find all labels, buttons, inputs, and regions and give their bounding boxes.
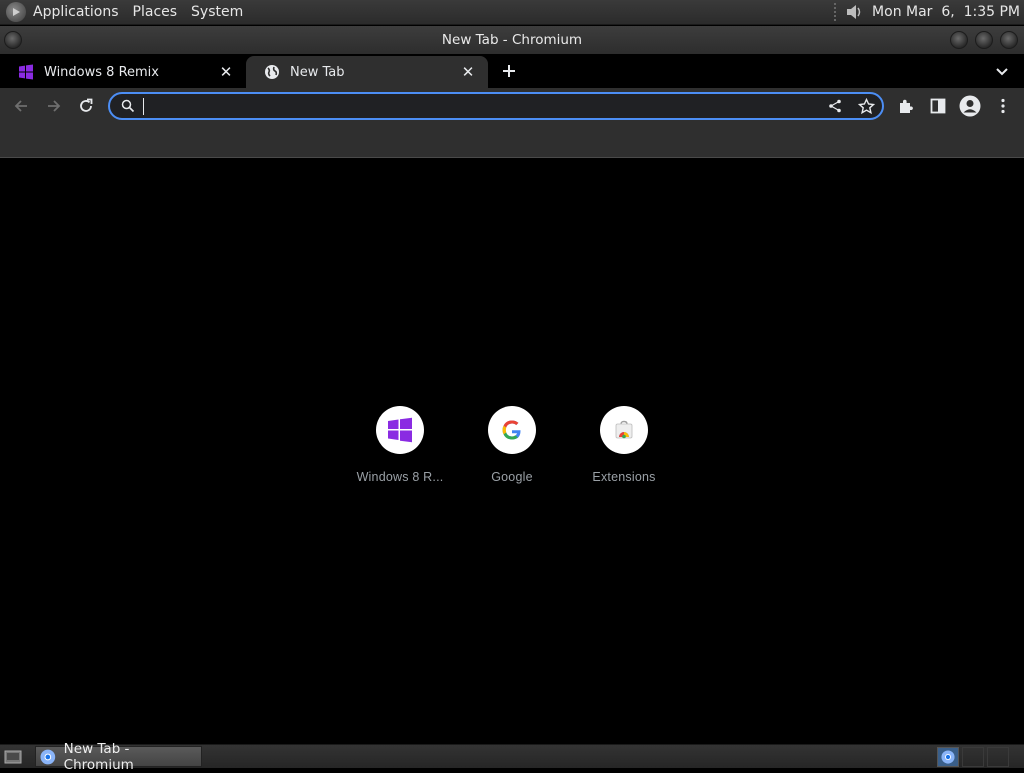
shortcut-icon-container xyxy=(488,406,536,454)
applications-menu[interactable]: Applications xyxy=(33,4,119,20)
shortcut-label: Google xyxy=(491,470,533,484)
shortcut-windows-8-remix[interactable]: Windows 8 R... xyxy=(344,406,456,496)
tab-search-chevron-icon[interactable] xyxy=(993,62,1011,80)
workspace-1[interactable] xyxy=(937,747,959,767)
side-panel-icon[interactable] xyxy=(928,96,948,116)
new-tab-page: Windows 8 R... Google Extensions xyxy=(0,158,1024,744)
shortcut-extensions[interactable]: Extensions xyxy=(568,406,680,496)
share-icon[interactable] xyxy=(827,98,843,114)
more-menu-icon[interactable] xyxy=(993,96,1013,116)
shortcut-icon-container xyxy=(600,406,648,454)
address-input[interactable] xyxy=(142,96,812,116)
window-title: New Tab - Chromium xyxy=(441,32,583,48)
extensions-puzzle-icon[interactable] xyxy=(896,96,916,116)
shortcut-icon-container xyxy=(376,406,424,454)
tab-title: Windows 8 Remix xyxy=(44,64,159,80)
distro-logo-icon[interactable] xyxy=(6,2,26,22)
tab-windows-8-remix[interactable]: Windows 8 Remix ✕ xyxy=(0,56,246,88)
shortcut-google[interactable]: Google xyxy=(456,406,568,496)
profile-avatar-icon[interactable] xyxy=(959,95,981,117)
tab-strip: Windows 8 Remix ✕ New Tab ✕ xyxy=(0,54,1024,88)
google-g-icon xyxy=(502,420,521,440)
clock[interactable]: Mon Mar 6, 1:35 PM xyxy=(872,4,1020,20)
close-tab-icon[interactable]: ✕ xyxy=(218,64,234,80)
workspace-2[interactable] xyxy=(962,747,984,767)
chromium-icon xyxy=(941,750,955,764)
forward-arrow-icon[interactable] xyxy=(44,96,64,116)
window-menu-button[interactable] xyxy=(4,31,22,49)
globe-icon xyxy=(265,65,279,79)
bottom-panel: New Tab - Chromium xyxy=(0,741,1024,773)
close-tab-icon[interactable]: ✕ xyxy=(460,64,476,80)
new-tab-plus-icon[interactable] xyxy=(499,61,519,81)
window-titlebar[interactable]: New Tab - Chromium xyxy=(0,26,1024,54)
workspace-3[interactable] xyxy=(987,747,1009,767)
bookmarks-bar xyxy=(0,124,1024,158)
back-arrow-icon[interactable] xyxy=(11,96,31,116)
shortcut-label: Windows 8 R... xyxy=(356,470,444,484)
tab-new-tab[interactable]: New Tab ✕ xyxy=(246,56,488,88)
close-window-button[interactable] xyxy=(1000,31,1018,49)
chrome-web-store-icon xyxy=(615,420,633,439)
browser-toolbar xyxy=(0,88,1024,124)
maximize-button[interactable] xyxy=(975,31,993,49)
show-desktop-icon[interactable] xyxy=(4,749,22,765)
chromium-icon xyxy=(40,749,56,764)
tab-title: New Tab xyxy=(290,64,345,80)
address-bar[interactable] xyxy=(108,92,884,120)
windows-logo-icon xyxy=(19,64,33,80)
text-caret xyxy=(143,98,144,115)
shortcut-label: Extensions xyxy=(592,470,656,484)
minimize-button[interactable] xyxy=(950,31,968,49)
top-panel: Applications Places System Mon Mar 6, 1:… xyxy=(0,0,1024,25)
reload-icon[interactable] xyxy=(76,96,96,116)
places-menu[interactable]: Places xyxy=(133,4,178,20)
search-icon xyxy=(121,99,135,113)
windows-logo-icon xyxy=(388,417,412,443)
taskbar-window-button[interactable]: New Tab - Chromium xyxy=(35,741,202,773)
bookmark-star-icon[interactable] xyxy=(858,98,875,115)
panel-handle xyxy=(834,3,838,21)
system-menu[interactable]: System xyxy=(191,4,243,20)
volume-icon[interactable] xyxy=(844,2,864,22)
